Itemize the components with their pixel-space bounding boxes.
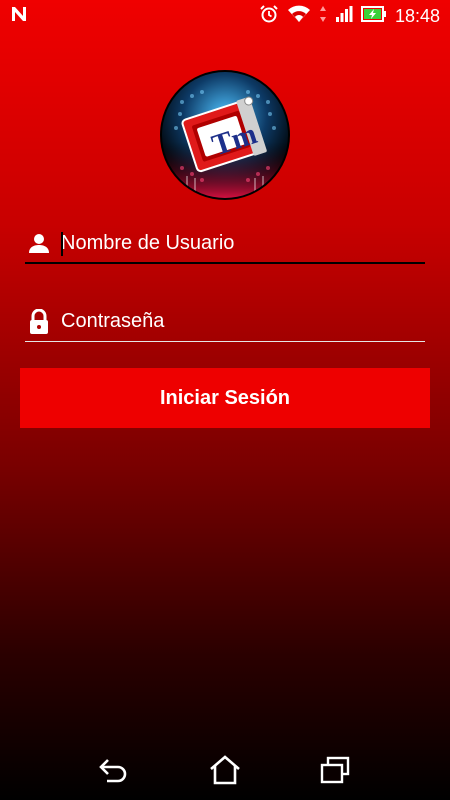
- status-bar: 18:48: [0, 0, 450, 32]
- username-input[interactable]: [61, 225, 425, 261]
- data-arrows-icon: [319, 4, 327, 29]
- login-button[interactable]: Iniciar Sesión: [20, 368, 430, 428]
- user-icon: [25, 229, 53, 257]
- wifi-icon: [287, 4, 311, 29]
- app-logo: Tm: [162, 72, 288, 198]
- lock-icon: [25, 308, 53, 336]
- text-cursor: [61, 232, 63, 256]
- password-field[interactable]: [25, 302, 425, 342]
- password-input[interactable]: [61, 303, 425, 340]
- alarm-icon: [259, 4, 279, 29]
- back-icon[interactable]: [95, 750, 135, 790]
- status-time: 18:48: [394, 5, 440, 26]
- home-icon[interactable]: [205, 750, 245, 790]
- signal-icon: [335, 5, 353, 28]
- navigation-bar: [0, 740, 450, 800]
- battery-charging-icon: [360, 5, 387, 28]
- username-field[interactable]: [25, 224, 425, 264]
- notification-n-icon: [10, 5, 28, 28]
- recent-apps-icon[interactable]: [315, 750, 355, 790]
